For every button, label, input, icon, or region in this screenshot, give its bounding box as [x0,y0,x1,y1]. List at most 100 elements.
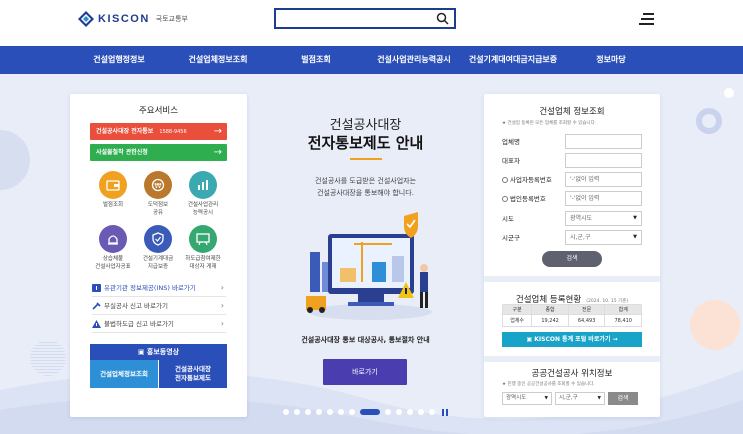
promo-report-button[interactable]: 건설공사대장 전자통보제도 [159,360,227,388]
stats-btn-label: KISCON 통계 포털 바로가기 → [534,336,618,343]
service-subcontract-limit[interactable]: 하도급참여제한 대상자 게재 [183,225,223,271]
stats-td: 19,242 [531,314,569,327]
corp-no-radio[interactable]: 법인등록번호 [502,193,546,203]
carousel-dot-active[interactable] [360,409,380,415]
main-banner: 건설공사대장 전자통보제도 안내 건설공사를 도급받은 건설사업자는 건설공사대… [247,74,484,434]
link-poor-construction[interactable]: 부실공사 신고 바로가기 › [92,297,226,315]
stats-portal-button[interactable]: ▣ KISCON 통계 포털 바로가기 → [502,332,642,347]
chevron-right-icon: › [220,301,224,310]
carousel-pagination [283,408,448,416]
carousel-dot[interactable] [283,409,289,415]
logo-subtitle: 국토교통부 [155,15,188,23]
main-services-panel: 주요서비스 건설공사대장 전자통보 1588-9456 → 사설물철착 관한신청… [70,94,247,417]
service-cm-capability[interactable]: 건설사업관리 능력공시 [183,171,223,217]
search-icon[interactable] [436,12,449,25]
title-underline [350,158,382,160]
sido-select[interactable]: 광역시도 ▼ [565,211,642,226]
company-input[interactable] [565,134,642,149]
carousel-dot[interactable] [316,409,322,415]
service-payment-guarantee[interactable]: 건설기계대금 지급보증 [138,225,178,271]
nav-item[interactable]: 건설사업관리능력공시 [377,46,451,74]
carousel-dot[interactable] [349,409,355,415]
bg-circle [690,300,740,350]
stats-th: 종합 [531,304,569,315]
arrow-right-icon: → [213,126,222,137]
promo-video-header[interactable]: ▣ 홍보동영상 [90,344,227,360]
nav-item[interactable]: 건설업행정정보 [93,46,145,74]
company-search-button[interactable]: 검색 [542,251,602,267]
link-ins[interactable]: 유관기관 정보제공(INS) 바로가기 › [92,279,226,297]
banner-subtitle: 건설공사대장 [329,118,402,133]
pause-icon[interactable] [442,408,448,416]
service-wage-arrears[interactable]: 상습체불 건설사업자공표 [93,225,133,271]
public-works-note: ★ 진행 중인 공공건설공사를 조회할 수 있습니다. [502,382,595,387]
service-label: 하도급참여제한 대상자 게재 [185,256,221,270]
search-box [274,8,456,31]
logo-icon [78,11,94,27]
stats-td: 78,410 [604,314,642,327]
stats-th: 합계 [604,304,642,315]
nav-item[interactable]: 건설기계대여대금지급보증 [469,46,557,74]
bg-circle [30,340,66,376]
warning-icon [92,320,101,328]
arrow-right-icon: → [213,147,222,158]
carousel-dot[interactable] [294,409,300,415]
carousel-dot[interactable] [418,409,424,415]
service-label: 상습체불 건설사업자공표 [95,256,131,270]
coin-icon: ₩ [144,171,172,199]
stats-td: 업체수 [501,314,533,327]
bar-chart-icon [189,171,217,199]
nav-item[interactable]: 건설업체정보조회 [189,46,248,74]
search-input[interactable] [280,14,430,31]
go-button[interactable]: 바로가기 [323,359,407,385]
application-label: 사설물철착 관한신청 [96,149,148,156]
section-divider [484,356,660,362]
nav-item[interactable]: 벌점조회 [301,46,330,74]
stats-th: 구분 [501,304,533,315]
reg-no-radio[interactable]: 사업자등록번호 [502,174,552,184]
reg-no-input[interactable]: '-'없이 입력 [565,172,642,187]
ceo-input[interactable] [565,153,642,168]
caret-down-icon: ▼ [633,234,637,240]
corp-no-label: 법인등록번호 [510,195,546,203]
alarm-icon [99,225,127,253]
link-illegal-subcontract[interactable]: 불법하도급 신고 바로가기 › [92,315,226,333]
carousel-dot[interactable] [385,409,391,415]
main-nav: 건설업행정정보 건설업체정보조회 벌점조회 건설사업관리능력공시 건설기계대여대… [0,46,743,74]
service-label: 도덕점보 공유 [147,202,169,216]
carousel-dot[interactable] [429,409,435,415]
e-report-bar[interactable]: 건설공사대장 전자통보 1588-9456 → [90,123,227,140]
application-bar[interactable]: 사설물철착 관한신청 → [90,144,227,161]
logo-text: KISCON [98,13,150,25]
caret-down-icon: ▼ [633,215,637,221]
public-search-button[interactable]: 검색 [608,392,638,405]
sigungu-select[interactable]: 시,군,구 ▼ [565,230,642,245]
caret-down-icon: ▼ [597,396,601,401]
ceo-label: 대표자 [502,157,520,165]
phone-number: 1588-9456 [159,129,187,135]
public-sigungu-select[interactable]: 시,군,구 ▼ [555,392,605,405]
service-penalty[interactable]: 벌점조회 [93,171,133,210]
bg-circle [696,108,722,134]
service-info-share[interactable]: ₩ 도덕점보 공유 [138,171,178,217]
carousel-dot[interactable] [407,409,413,415]
logo[interactable]: KISCON 국토교통부 [78,11,188,27]
public-sido-value: 광역시도 [506,395,527,401]
radio-icon [502,196,508,202]
carousel-dot[interactable] [396,409,402,415]
promo-company-button[interactable]: 건설업체정보조회 [90,360,158,388]
radio-icon [502,177,508,183]
public-sido-select[interactable]: 광역시도 ▼ [502,392,552,405]
bg-circle [0,130,30,190]
corp-no-input[interactable]: '-'없이 입력 [565,191,642,206]
stats-td: 64,493 [567,314,606,327]
sido-value: 광역시도 [570,215,593,222]
banner-description: 건설공사를 도급받은 건설사업자는 건설공사대장을 통보해야 합니다. [314,177,417,197]
carousel-dot[interactable] [338,409,344,415]
carousel-dot[interactable] [327,409,333,415]
carousel-dot[interactable] [305,409,311,415]
nav-item[interactable]: 정보마당 [596,46,625,74]
hamburger-menu-icon[interactable] [639,13,654,26]
bg-circle [724,88,734,98]
info-icon [92,284,101,292]
